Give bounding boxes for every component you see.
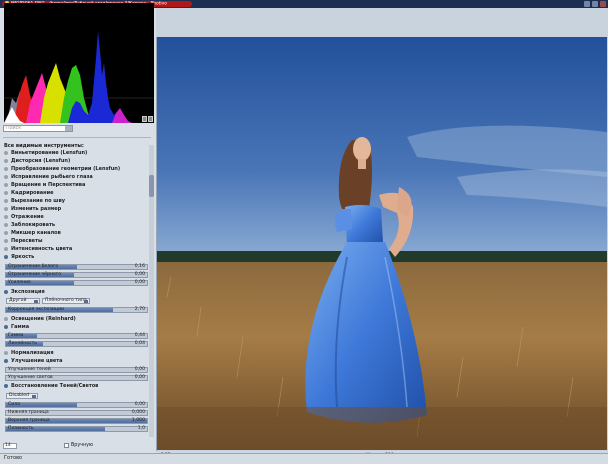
photo-preview [157, 37, 607, 450]
tool-item[interactable]: Микшер каналов [3, 230, 151, 237]
image-canvas[interactable] [157, 37, 607, 450]
shadows-mode-select[interactable]: Disabled [6, 393, 38, 399]
expand-icon [4, 206, 8, 211]
tool-item[interactable]: Преобразование геометрии (Lensfun) [3, 166, 151, 173]
tool-item[interactable]: Исправление рыбьего глаза [3, 174, 151, 181]
chevron-down-icon [34, 300, 38, 303]
expand-icon [4, 150, 8, 155]
chevron-down-icon [84, 300, 88, 303]
tool-item[interactable]: Вырезание по шву [3, 198, 151, 205]
histogram-graph [4, 3, 154, 123]
minimize-icon[interactable] [584, 1, 590, 7]
tool-item-reinhard[interactable]: Освещение (Reinhard) [3, 316, 151, 323]
tool-item[interactable]: Заблокировать [3, 222, 151, 229]
scrollbar-thumb[interactable] [149, 175, 154, 197]
status-text: Готово [4, 455, 23, 461]
divider [3, 137, 151, 138]
histogram-linear-icon[interactable] [142, 116, 147, 122]
collapse-icon [4, 254, 8, 259]
collapse-icon [4, 383, 8, 388]
tool-item-exposure[interactable]: Экспозиция [3, 289, 151, 296]
exposure-curve-select[interactable]: Плёночного типа [42, 298, 90, 304]
tool-item-color-enhance[interactable]: Улучшение цвета [3, 358, 151, 365]
expand-icon [4, 238, 8, 243]
slider-black-limit[interactable]: Ограничение чёрного 0,00 [5, 272, 148, 278]
slider-highlight-enhance[interactable]: Улучшение светов 0,00 [5, 375, 148, 381]
tool-item[interactable]: Кадрирование [3, 190, 151, 197]
tool-item-gamma[interactable]: Гамма [3, 324, 151, 331]
close-icon[interactable] [600, 1, 606, 7]
collapse-icon [4, 324, 8, 329]
expand-icon [4, 246, 8, 251]
slider-white-limit[interactable]: Ограничение белого 0,16 [5, 264, 148, 270]
tool-item[interactable]: Изменить размер [3, 206, 151, 213]
expand-icon [4, 222, 8, 227]
status-bar [0, 453, 608, 464]
slider-shadow-enhance[interactable]: Улучшение теней 0,00 [5, 367, 148, 373]
expand-icon [4, 230, 8, 235]
slider-upper-bound[interactable]: Верхняя граница 1,000 [5, 418, 148, 424]
tools-section-title: Все видимые инструменты: [4, 143, 84, 149]
view-top-strip [156, 8, 608, 37]
chevron-down-icon [32, 395, 36, 398]
expand-icon [4, 198, 8, 203]
slider-strength[interactable]: Сила 0,00 [5, 402, 148, 408]
histogram-log-icon[interactable] [148, 116, 153, 122]
tool-item-brightness[interactable]: Яркость [3, 254, 151, 261]
maximize-icon[interactable] [592, 1, 598, 7]
tool-item[interactable]: Вращение и Перспектива [3, 182, 151, 189]
tool-item[interactable]: Виньетирование (Lensfun) [3, 150, 151, 157]
slider-gamma[interactable]: Гамма 0,44 [5, 333, 148, 339]
tool-item-shadows-highlights[interactable]: Восстановление Теней/Светов [3, 383, 151, 390]
slider-linearity[interactable]: Линейность 0,04 [5, 341, 148, 347]
tab-spinbox[interactable]: 14 [3, 443, 17, 449]
slider-lower-bound[interactable]: Нижняя граница 0,000 [5, 410, 148, 416]
expand-icon [4, 174, 8, 179]
expand-icon [4, 214, 8, 219]
search-input[interactable]: Поиск [3, 125, 73, 132]
search-clear-icon[interactable] [65, 126, 72, 131]
slider-smoothness[interactable]: Плавность 1,0 [5, 426, 148, 432]
tool-item[interactable]: Пересветы [3, 238, 151, 245]
tool-item-normalization[interactable]: Нормализация [3, 350, 151, 357]
sidebar-scrollbar[interactable] [149, 145, 154, 437]
manual-label: Вручную [71, 443, 94, 448]
slider-exposure-correction[interactable]: Коррекция экспозиции 2,70 [5, 307, 148, 313]
expand-icon [4, 190, 8, 195]
expand-icon [4, 316, 8, 321]
histogram [4, 3, 154, 123]
exposure-mode-select[interactable]: Другой [6, 298, 40, 304]
expand-icon [4, 158, 8, 163]
expand-icon [4, 350, 8, 355]
expand-icon [4, 182, 8, 187]
tool-item[interactable]: Дисторсия (Lensfun) [3, 158, 151, 165]
slider-gain[interactable]: Усиление 0,00 [5, 280, 148, 286]
collapse-icon [4, 358, 8, 363]
manual-checkbox[interactable] [64, 443, 69, 448]
expand-icon [4, 166, 8, 171]
tool-item[interactable]: Интенсивность цвета [3, 246, 151, 253]
collapse-icon [4, 289, 8, 294]
tool-item[interactable]: Отражение [3, 214, 151, 221]
histogram-buttons [142, 116, 154, 123]
